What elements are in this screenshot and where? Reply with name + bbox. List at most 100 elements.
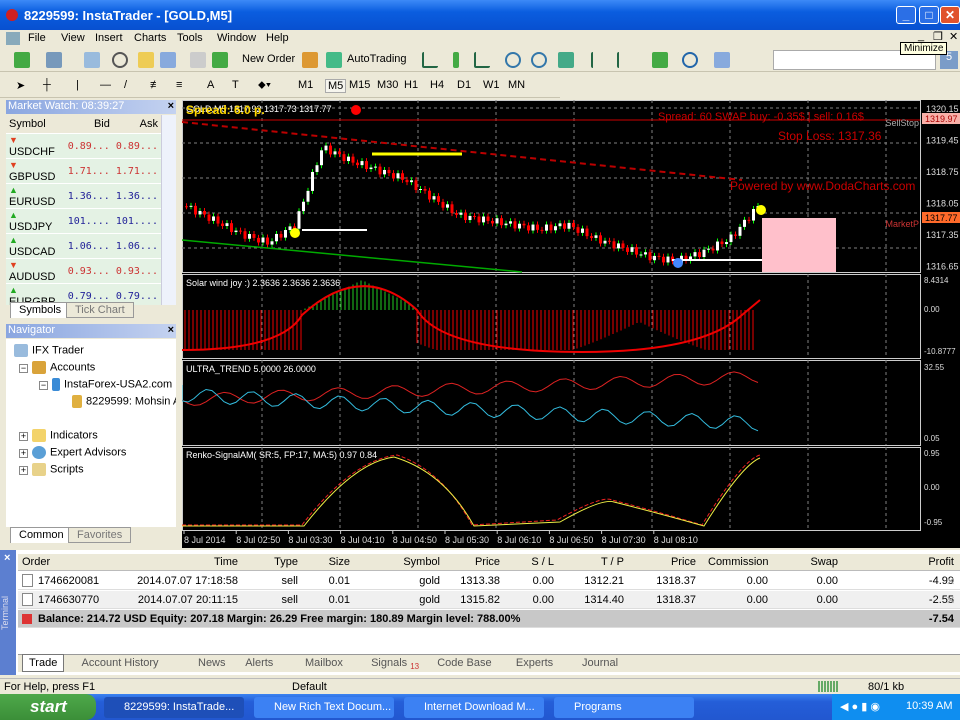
trendline-icon[interactable]: / [124,79,127,91]
col-ask[interactable]: Ask [112,115,161,135]
mdi-minimize[interactable]: _ [918,30,924,42]
close-icon[interactable]: × [4,552,10,564]
timeframe-h1[interactable]: H1 [404,79,418,91]
col-symbol[interactable]: Symbol [374,556,440,568]
expand-icon[interactable]: + [19,449,28,458]
expand-icon[interactable]: + [19,432,28,441]
col-time[interactable]: Time [118,556,238,568]
menu-help[interactable]: Help [266,32,289,44]
col-sl[interactable]: S / L [506,556,554,568]
timeframe-h4[interactable]: H4 [430,79,444,91]
start-button[interactable]: start [0,694,96,720]
market-watch-row[interactable]: ▼AUDUSD 0.93... 0.93... [6,258,161,285]
auto-scroll-icon[interactable] [591,52,607,68]
order-row[interactable]: 1746620081 2014.07.07 17:18:58 sell 0.01 gol… [18,572,960,590]
menu-tools[interactable]: Tools [177,32,203,44]
col-price[interactable]: Price [442,556,500,568]
new-order-icon[interactable] [212,52,228,68]
nav-indicators[interactable]: Indicators [32,429,98,442]
close-icon[interactable]: × [168,100,174,112]
menu-insert[interactable]: Insert [95,32,123,44]
maximize-button[interactable]: □ [919,6,939,24]
periods-icon[interactable] [682,52,698,68]
autotrading-icon[interactable] [326,52,342,68]
tab-common[interactable]: Common [10,527,73,543]
tile-windows-icon[interactable] [558,52,574,68]
terminal-icon[interactable] [160,52,176,68]
profiles-icon[interactable] [46,52,62,68]
text-icon[interactable]: A [207,79,214,91]
tab-mailbox[interactable]: Mailbox [299,657,349,669]
tab-code-base[interactable]: Code Base [431,657,497,669]
fibonacci-icon[interactable]: ≡ [176,79,182,91]
autotrading-button[interactable]: AutoTrading [347,53,407,65]
timeframe-m5[interactable]: M5 [325,79,347,93]
indicators-icon[interactable] [652,52,668,68]
line-chart-icon[interactable] [474,52,490,68]
col-order[interactable]: Order [22,556,50,568]
candlestick-icon[interactable] [453,52,459,68]
market-watch-icon[interactable] [84,52,100,68]
vertical-line-icon[interactable]: | [76,79,79,91]
timeframe-mn[interactable]: MN [508,79,525,91]
market-watch-row[interactable]: ▼GBPUSD 1.71... 1.71... [6,158,161,185]
tab-experts[interactable]: Experts [510,657,559,669]
menu-charts[interactable]: Charts [134,32,166,44]
strategy-tester-icon[interactable] [190,52,206,68]
col-bid[interactable]: Bid [64,115,113,135]
text-label-icon[interactable]: T [232,79,239,91]
metaeditor-icon[interactable] [302,52,318,68]
task-idm[interactable]: Internet Download M... [404,697,544,718]
chart-shift-icon[interactable] [617,52,633,68]
chart-window[interactable]: GOLD,M5 1317.92 1317.73 1317.77 Spread: … [181,100,960,548]
tab-news[interactable]: News [192,657,232,669]
templates-icon[interactable] [714,52,730,68]
tab-symbols[interactable]: Symbols [10,302,71,318]
zoom-in-icon[interactable] [505,52,521,68]
close-button[interactable]: ✕ [940,6,960,24]
minimize-button[interactable]: _ [896,6,916,24]
col-commission[interactable]: Commission [708,556,769,568]
menu-file[interactable]: File [28,32,46,44]
col-swap[interactable]: Swap [778,556,838,568]
col-profit[interactable]: Profit [878,556,954,568]
timeframe-d1[interactable]: D1 [457,79,471,91]
nav-account[interactable]: 8229599: Mohsin A [72,395,176,408]
data-window-icon[interactable] [112,52,128,68]
expand-icon[interactable]: + [19,466,28,475]
close-icon[interactable]: × [168,324,174,336]
tab-journal[interactable]: Journal [576,657,624,669]
tab-tick-chart[interactable]: Tick Chart [66,302,134,318]
tab-trade[interactable]: Trade [22,654,65,672]
price-chart[interactable]: GOLD,M5 1317.92 1317.73 1317.77 Spread: … [181,100,960,548]
col-size[interactable]: Size [310,556,350,568]
mdi-close[interactable]: ✕ [949,30,958,43]
menu-view[interactable]: View [61,32,85,44]
col-price[interactable]: Price [632,556,696,568]
timeframe-w1[interactable]: W1 [483,79,500,91]
nav-ifx-trader[interactable]: IFX Trader [14,344,84,357]
market-watch-row[interactable]: ▲USDCAD 1.06... 1.06... [6,233,161,260]
collapse-icon[interactable]: − [39,381,48,390]
close-order-icon[interactable]: ✕ [946,594,955,607]
scrollbar[interactable] [161,115,176,305]
nav-accounts[interactable]: Accounts [32,361,95,374]
collapse-icon[interactable]: − [19,364,28,373]
market-watch-row[interactable]: ▲USDJPY 101.... 101.... [6,208,161,235]
order-row[interactable]: 1746630770 2014.07.07 20:11:15 sell 0.01 gol… [18,591,960,609]
arrows-icon[interactable]: ⬥▾ [258,79,271,92]
timeframe-m30[interactable]: M30 [377,79,398,91]
task-rich-text[interactable]: New Rich Text Docum... [254,697,394,718]
task-instatrader[interactable]: 8229599: InstaTrade... [104,697,244,718]
nav-expert-advisors[interactable]: Expert Advisors [32,446,126,459]
col-tp[interactable]: T / P [574,556,624,568]
new-order-button[interactable]: New Order [242,53,295,65]
equidistant-channel-icon[interactable]: ≢ [150,79,161,91]
tab-favorites[interactable]: Favorites [68,527,132,543]
tray-icons[interactable]: ◀ ● ▮ ◉ [840,700,880,713]
zoom-out-icon[interactable] [531,52,547,68]
task-programs[interactable]: Programs [554,697,694,718]
crosshair-icon[interactable]: ┼ [43,79,51,91]
timeframe-m15[interactable]: M15 [349,79,370,91]
nav-server[interactable]: InstaForex-USA2.com [52,378,172,391]
